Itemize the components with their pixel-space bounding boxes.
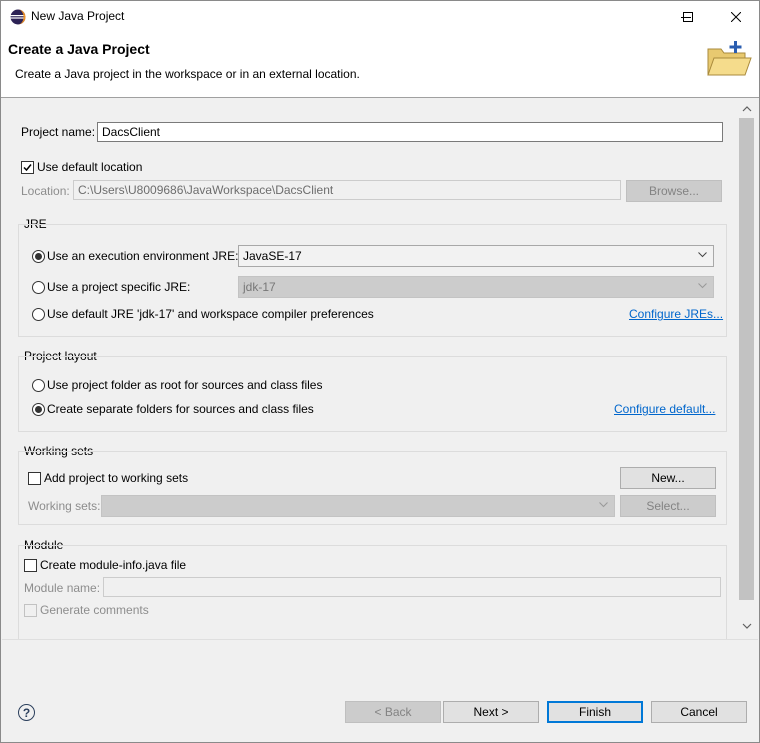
chevron-down-icon — [698, 252, 707, 258]
scrollbar-thumb[interactable] — [739, 118, 754, 600]
page-description: Create a Java project in the workspace o… — [15, 67, 360, 81]
layout-separate-label: Create separate folders for sources and … — [47, 402, 314, 416]
maximize-button[interactable] — [665, 1, 711, 32]
jre-default-radio[interactable] — [32, 308, 45, 321]
title-bar: New Java Project — [1, 1, 759, 32]
layout-separate-radio[interactable] — [32, 403, 45, 416]
close-icon — [731, 11, 741, 22]
jre-project-specific-radio[interactable] — [32, 281, 45, 294]
checkmark-icon — [23, 164, 32, 172]
project-specific-jre-value: jdk-17 — [243, 280, 276, 294]
jre-exec-env-label: Use an execution environment JRE: — [47, 249, 239, 263]
working-sets-label: Working sets: — [28, 499, 101, 513]
project-name-label: Project name: — [21, 125, 96, 139]
wizard-content: Project name: DacsClient Use default loc… — [2, 99, 758, 639]
close-button[interactable] — [713, 1, 759, 32]
scroll-up-icon[interactable] — [742, 104, 752, 114]
exec-env-value: JavaSE-17 — [243, 249, 302, 263]
working-sets-select[interactable] — [101, 495, 615, 517]
project-layout-group — [18, 356, 727, 432]
layout-root-radio[interactable] — [32, 379, 45, 392]
configure-jres-link[interactable]: Configure JREs... — [629, 307, 723, 321]
wizard-header: Create a Java Project Create a Java proj… — [1, 32, 759, 98]
add-to-working-sets-checkbox[interactable] — [28, 472, 41, 485]
generate-comments-label: Generate comments — [40, 603, 149, 617]
radio-selected-dot — [35, 253, 42, 260]
next-button[interactable]: Next > — [443, 701, 539, 723]
page-title: Create a Java Project — [8, 41, 150, 57]
window-title: New Java Project — [31, 9, 125, 23]
jre-default-label: Use default JRE 'jdk-17' and workspace c… — [47, 307, 374, 321]
project-specific-jre-select[interactable]: jdk-17 — [238, 276, 714, 298]
project-name-field[interactable]: DacsClient — [97, 122, 723, 142]
configure-default-link[interactable]: Configure default... — [614, 402, 715, 416]
scroll-down-icon[interactable] — [742, 621, 752, 631]
finish-button[interactable]: Finish — [547, 701, 643, 723]
wizard-footer: ? < Back Next > Finish Cancel — [2, 639, 758, 742]
create-module-info-label: Create module-info.java file — [40, 558, 187, 572]
location-field[interactable]: C:\Users\U8009686\JavaWorkspace\DacsClie… — [73, 180, 621, 200]
cancel-button[interactable]: Cancel — [651, 701, 747, 723]
new-project-folder-icon — [707, 41, 752, 76]
browse-button[interactable]: Browse... — [626, 180, 722, 202]
new-java-project-dialog: New Java Project Create a Java Project C… — [0, 0, 760, 743]
chevron-down-icon — [698, 283, 707, 289]
module-name-label: Module name: — [24, 581, 101, 595]
select-working-sets-button[interactable]: Select... — [620, 495, 716, 517]
help-icon[interactable]: ? — [18, 704, 35, 721]
create-module-info-checkbox[interactable] — [24, 559, 37, 572]
vertical-scrollbar[interactable] — [738, 99, 755, 639]
generate-comments-checkbox[interactable] — [24, 604, 37, 617]
add-to-working-sets-label: Add project to working sets — [44, 471, 189, 485]
use-default-location-checkbox[interactable] — [21, 161, 34, 174]
new-working-set-button[interactable]: New... — [620, 467, 716, 489]
back-button[interactable]: < Back — [345, 701, 441, 723]
use-default-location-label: Use default location — [37, 160, 143, 174]
jre-project-specific-label: Use a project specific JRE: — [47, 280, 191, 294]
layout-root-label: Use project folder as root for sources a… — [47, 378, 323, 392]
module-name-field[interactable] — [103, 577, 721, 597]
exec-env-select[interactable]: JavaSE-17 — [238, 245, 714, 267]
jre-exec-env-radio[interactable] — [32, 250, 45, 263]
location-label: Location: — [21, 184, 70, 198]
radio-selected-dot — [35, 406, 42, 413]
eclipse-app-icon — [10, 9, 26, 25]
maximize-icon — [683, 11, 693, 22]
chevron-down-icon — [599, 502, 608, 508]
